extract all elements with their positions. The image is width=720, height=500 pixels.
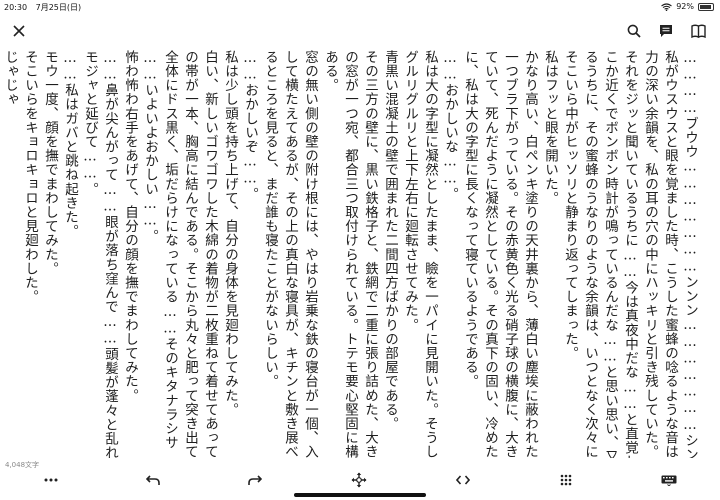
text-column: の窓が一つ宛、都合三つ取付けられている。トテモ要心堅固に構えた部屋の感じで (342, 50, 358, 458)
home-indicator (294, 493, 426, 497)
wifi-icon (661, 2, 673, 11)
text-column: こか近くでボンボン時計が鳴っているんだな……と思い思い、又もウトウトしてい (602, 50, 618, 458)
text-column: るところを見ると、まだ誰も寝たことがないらしい。 (262, 50, 278, 389)
text-column: その三方の壁に、黒い鉄格子と、鉄網で二重に張り詰めた、大きな縦長い磨硝子 (362, 50, 378, 458)
close-icon (13, 25, 25, 37)
move-cursor-button[interactable] (344, 468, 374, 492)
more-button[interactable] (36, 468, 66, 492)
close-button[interactable] (8, 20, 30, 42)
text-column: ……鼻が尖んがって……眼が落ち窪んで……頭髪が蓬々と乱れて……顎鬚がモジャ (102, 50, 118, 458)
text-column: ……おかしいぞ……。 (242, 50, 258, 201)
text-column: ……いよいよおかしい……。 (142, 50, 158, 244)
keyboard-icon (661, 475, 677, 486)
status-right: 92% (661, 2, 714, 11)
status-left: 20:30 7月25日(日) (4, 2, 87, 13)
code-icon (456, 475, 470, 485)
book-button[interactable] (687, 20, 709, 42)
vertical-text-area[interactable]: …………ブウウ…………………ンンン…………………シンン…………。 私がウスウスと眼… (0, 50, 720, 458)
status-time: 20:30 (4, 3, 28, 12)
text-column: 私がウスウスと眼を覚ました時、こうした蜜蜂の唸るような音は、まだ、その弾 (662, 50, 678, 458)
text-column: そこいらをキョロキョロと見廻わした。 (22, 50, 38, 304)
text-column: して横たえてあるが、その上の真白な寝具が、キチンと敷き展べたままになってい (282, 50, 298, 458)
status-date: 7月25日(日) (35, 3, 82, 12)
grid-icon (560, 474, 572, 486)
text-column: モジャと延びて……。 (82, 50, 98, 196)
battery-icon (698, 2, 714, 11)
redo-icon (248, 475, 262, 485)
keyboard-button[interactable] (654, 468, 684, 492)
text-column: それをジッと聞いているうちに……今は真夜中だな……と直覚した。そうしてど (622, 50, 638, 458)
text-column: 怖わ怖わ右手をあげて、自分の顔を撫でまわしてみた。 (122, 50, 138, 403)
text-column: 私は大の字型に凝然としたまま、瞼を一パイに見開いた。そうして眼の球だけを (422, 50, 438, 458)
comment-icon (660, 25, 672, 37)
text-column: 私は少し頭を持ち上げて、自分の身体を見廻わしてみた。 (222, 50, 238, 417)
text-column: 窓の無い側の壁の附け根には、やはり岩乗な鉄の寝台が一個、入口の方を枕に (302, 50, 318, 458)
text-column: 白い、新しいゴワゴワした木綿の着物が二枚重ねて着せてあって、短かいガーゼ (202, 50, 218, 458)
text-column: そこいら中がヒッソリと静まり返ってしまった。 (562, 50, 578, 361)
text-column: ……私はガバと跳ね起きた。 (62, 50, 78, 239)
status-bar: 20:30 7月25日(日) 92% (0, 0, 720, 14)
grid-button[interactable] (551, 468, 581, 492)
book-icon (690, 24, 706, 38)
text-column: ある。 (322, 50, 338, 93)
text-column: …………ブウウ…………………ンンン…………………シンン…………。 (682, 50, 698, 458)
text-column: モウ一度、顔を撫でまわしてみた。 (42, 50, 58, 276)
text-column: 私はフッと眼を開いた。 (542, 50, 558, 206)
text-column: 力の深い余韻を、私の耳の穴の中にハッキリと引き残していた。 (642, 50, 658, 458)
text-column: グルリグルリと上下左右に廻転させてみた。 (402, 50, 418, 332)
search-icon (627, 24, 641, 38)
search-button[interactable] (623, 20, 645, 42)
code-button[interactable] (448, 468, 478, 492)
text-column: じゃじゃ (2, 50, 18, 107)
text-column: ていて、死んだように凝然としている。その真下の固い、冷めたい人造石の床の上 (482, 50, 498, 458)
text-column: 青黒い混凝土の壁で囲まれた二間四方ばかりの部屋である。 (382, 50, 398, 431)
text-column: 一つブラ下がっている。その赤黄色く光る硝子球の横腹に、大きな蠅が一匹とまっ (502, 50, 518, 458)
undo-button[interactable] (138, 468, 168, 492)
top-toolbar (0, 14, 720, 46)
text-column: の帯が一本、胸高に結んである。そこから丸々と肥って突き出ている四本の手足は、 (182, 50, 198, 458)
battery-percent: 92% (676, 2, 694, 11)
text-column: 全体にドス黒く、垢だらけになっている……そのキタナラシサ……。 (162, 50, 178, 458)
text-column: ……おかしいな……。 (442, 50, 458, 201)
text-column: るうちに、その蜜蜂のうなりのような余韻は、いつとなく次々に消え薄れて行って、 (582, 50, 598, 458)
more-icon (44, 478, 58, 482)
text-column: かなり高い、白ペンキ塗りの天井裏から、薄白い塵埃に蔽われた裸の電球がタッタ (522, 50, 538, 458)
comment-button[interactable] (655, 20, 677, 42)
undo-icon (146, 475, 160, 485)
text-column: に、私は大の字型に長くなって寝ているようである。 (462, 50, 478, 389)
redo-button[interactable] (240, 468, 270, 492)
move-icon (351, 472, 367, 488)
